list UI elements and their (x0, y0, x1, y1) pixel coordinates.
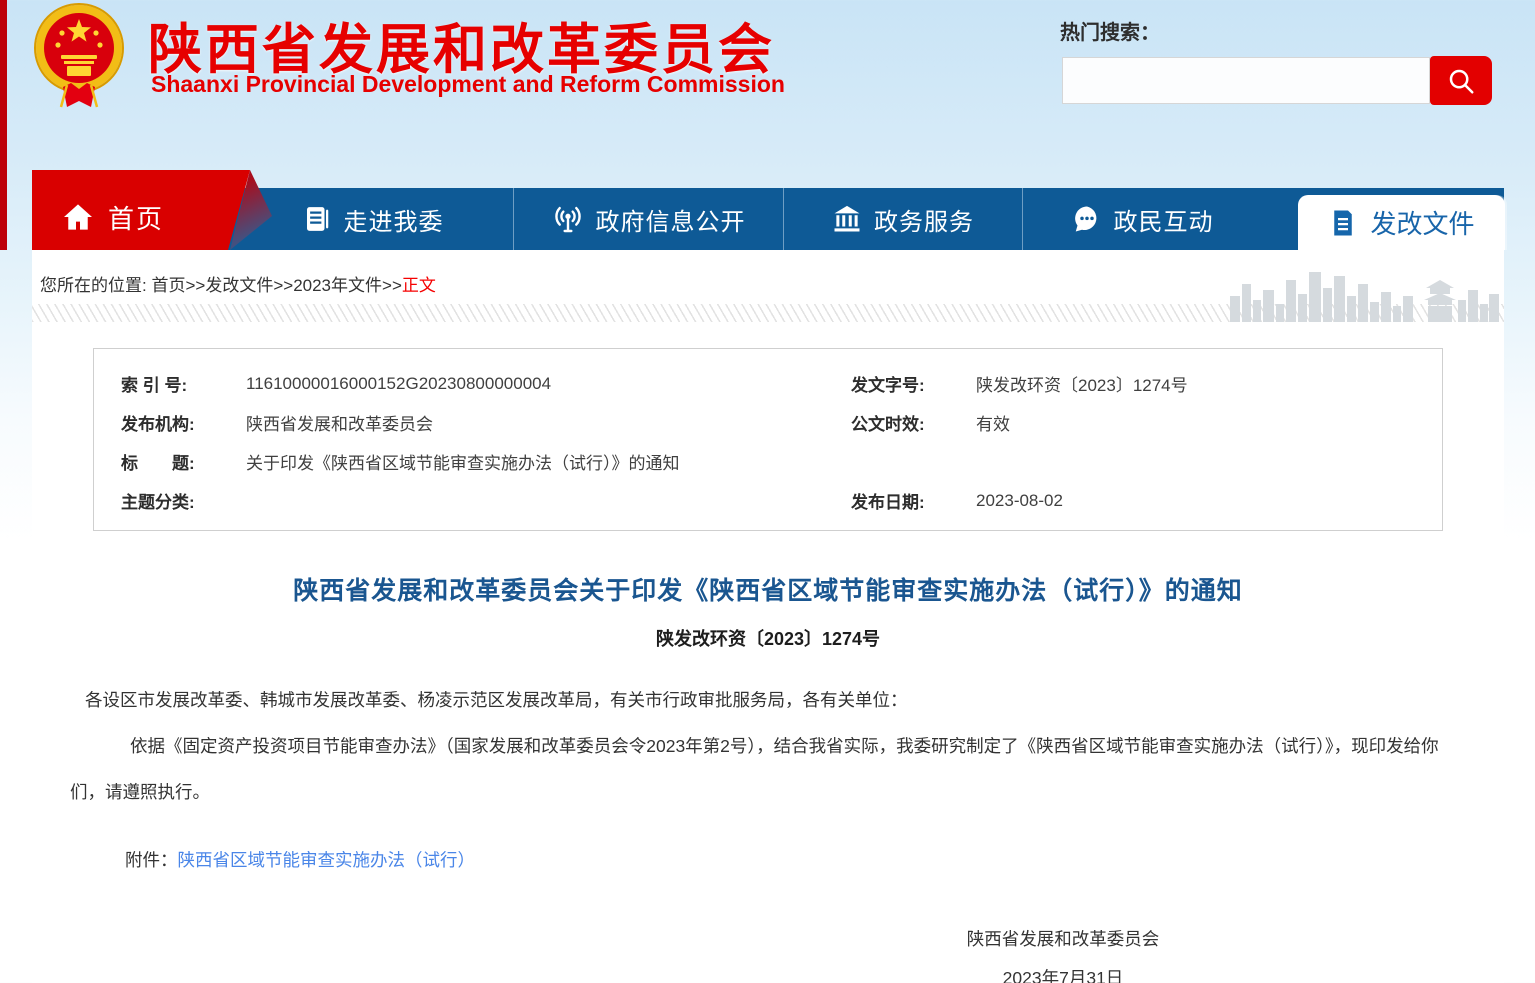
metadata-row: 主题分类: (121, 481, 821, 520)
meta-label-doc-number: 发文字号: (851, 371, 963, 396)
meta-label-index-number: 索 引 号: (121, 371, 233, 396)
meta-value-title: 关于印发《陕西省区域节能审查实施办法（试行）》的通知 (246, 449, 680, 474)
nav-item-label: 走进我委 (344, 202, 444, 237)
chat-icon (1072, 204, 1102, 234)
signature-organization: 陕西省发展和改革委员会 (910, 920, 1216, 959)
article-page: 索 引 号: 11610000016000152G20230800000004 发… (32, 323, 1504, 983)
breadcrumb-band: 您所在的位置: 首页>>发改文件>>2023年文件>>正文 (32, 250, 1504, 323)
nav-item-gov-info[interactable]: 政府信息公开 (513, 188, 783, 250)
national-emblem-logo (33, 3, 125, 111)
meta-label-validity: 公文时效: (851, 410, 963, 435)
nav-item-label: 政务服务 (874, 202, 974, 237)
article-body: 各设区市发展改革委、韩城市发展改革委、杨凌示范区发展改革局，有关市行政审批服务局… (70, 677, 1442, 815)
breadcrumb-prefix: 您所在的位置: (40, 276, 147, 295)
meta-value-validity: 有效 (976, 410, 1010, 435)
breadcrumb-link-home[interactable]: 首页 (151, 276, 185, 295)
meta-label-publish-date: 发布日期: (851, 488, 963, 513)
broadcast-icon (552, 203, 584, 235)
metadata-row: 标 题: 关于印发《陕西省区域节能审查实施办法（试行）》的通知 (121, 442, 821, 481)
breadcrumb-separator: >> (273, 276, 293, 295)
nav-item-services[interactable]: 政务服务 (783, 188, 1022, 250)
nav-item-label: 发改文件 (1370, 204, 1474, 241)
meta-value-doc-number: 陕发改环资〔2023〕1274号 (976, 371, 1188, 396)
metadata-left-column: 索 引 号: 11610000016000152G20230800000004 发… (121, 349, 821, 520)
site-subtitle: Shaanxi Provincial Development and Refor… (151, 71, 785, 98)
nav-item-label: 政民互动 (1114, 202, 1214, 237)
city-skyline-decoration (1230, 266, 1500, 322)
signature-block: 陕西省发展和改革委员会 2023年7月31日 (910, 920, 1216, 983)
bank-icon (832, 204, 862, 234)
nav-item-interaction[interactable]: 政民互动 (1022, 188, 1262, 250)
article-doc-number: 陕发改环资〔2023〕1274号 (32, 625, 1504, 651)
metadata-row-empty (851, 442, 1431, 481)
hot-search-label: 热门搜索： (1060, 16, 1160, 45)
meta-value-publish-date: 2023-08-02 (976, 491, 1063, 511)
meta-label-topic-category: 主题分类: (121, 488, 233, 513)
breadcrumb-current: 正文 (402, 276, 436, 295)
breadcrumb-separator: >> (185, 276, 205, 295)
breadcrumb: 您所在的位置: 首页>>发改文件>>2023年文件>>正文 (40, 271, 436, 296)
search-input[interactable] (1062, 57, 1430, 104)
article-paragraph: 依据《固定资产投资项目节能审查办法》（国家发展和改革委员会令2023年第2号），… (70, 723, 1442, 815)
attachment-link[interactable]: 陕西省区域节能审查实施办法（试行） (178, 850, 476, 870)
search-button[interactable] (1430, 56, 1492, 105)
nav-item-about[interactable]: 走进我委 (232, 188, 513, 250)
breadcrumb-link-2023-files[interactable]: 2023年文件 (293, 276, 382, 295)
nav-item-label: 政府信息公开 (596, 202, 746, 237)
article-paragraph: 各设区市发展改革委、韩城市发展改革委、杨凌示范区发展改革局，有关市行政审批服务局… (70, 677, 1442, 723)
nav-item-label: 首页 (108, 199, 164, 236)
main-navigation: 首页 走进我委 政府信息公开 (32, 188, 1504, 250)
signature-date: 2023年7月31日 (910, 959, 1216, 983)
meta-label-title: 标 题: (121, 449, 233, 474)
metadata-row: 索 引 号: 11610000016000152G20230800000004 (121, 364, 821, 403)
metadata-row: 发布日期: 2023-08-02 (851, 481, 1431, 520)
breadcrumb-link-documents[interactable]: 发改文件 (205, 276, 273, 295)
breadcrumb-separator: >> (382, 276, 402, 295)
article-title: 陕西省发展和改革委员会关于印发《陕西省区域节能审查实施办法（试行）》的通知 (32, 571, 1504, 607)
notebook-icon (302, 204, 332, 234)
attachment-row: 附件：陕西省区域节能审查实施办法（试行） (70, 845, 475, 875)
attachment-label: 附件： (125, 850, 178, 870)
document-metadata-table: 索 引 号: 11610000016000152G20230800000004 发… (93, 348, 1443, 531)
site-header: 陕西省发展和改革委员会 Shaanxi Provincial Developme… (32, 0, 1504, 188)
search-icon (1446, 66, 1476, 96)
nav-item-home[interactable]: 首页 (32, 170, 262, 250)
left-edge-accent (0, 0, 7, 250)
nav-menu: 走进我委 政府信息公开 政务服务 政民互 (232, 188, 1262, 250)
meta-label-issuing-agency: 发布机构: (121, 410, 233, 435)
meta-value-index-number: 11610000016000152G20230800000004 (246, 374, 551, 394)
meta-value-issuing-agency: 陕西省发展和改革委员会 (246, 410, 433, 435)
file-icon (1328, 208, 1358, 238)
metadata-right-column: 发文字号: 陕发改环资〔2023〕1274号 公文时效: 有效 发布日期: 2023-… (851, 349, 1431, 520)
metadata-row: 发文字号: 陕发改环资〔2023〕1274号 (851, 364, 1431, 403)
home-icon (62, 201, 94, 233)
metadata-row: 公文时效: 有效 (851, 403, 1431, 442)
metadata-row: 发布机构: 陕西省发展和改革委员会 (121, 403, 821, 442)
nav-tab-ndrc-documents-active[interactable]: 发改文件 (1298, 195, 1505, 250)
